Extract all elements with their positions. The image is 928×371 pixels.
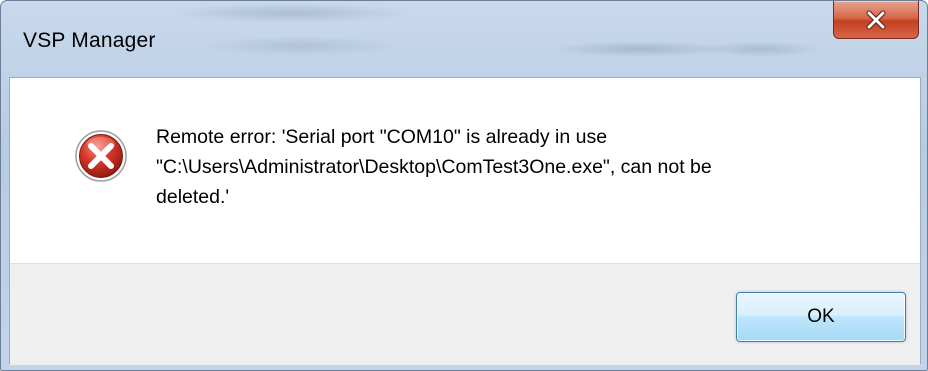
button-bar: OK	[10, 263, 920, 365]
close-icon	[866, 10, 886, 29]
close-button[interactable]	[833, 1, 919, 39]
error-icon	[75, 130, 127, 182]
window-title: VSP Manager	[23, 29, 156, 52]
message-area: Remote error: 'Serial port "COM10" is al…	[10, 78, 920, 263]
vsp-manager-error-dialog: VSP Manager Remote error: 'Serial port "…	[0, 0, 928, 371]
error-message: Remote error: 'Serial port "COM10" is al…	[156, 126, 712, 208]
title-bar[interactable]: VSP Manager	[1, 1, 927, 77]
ok-button[interactable]: OK	[736, 292, 906, 342]
dialog-body: Remote error: 'Serial port "COM10" is al…	[9, 77, 921, 365]
